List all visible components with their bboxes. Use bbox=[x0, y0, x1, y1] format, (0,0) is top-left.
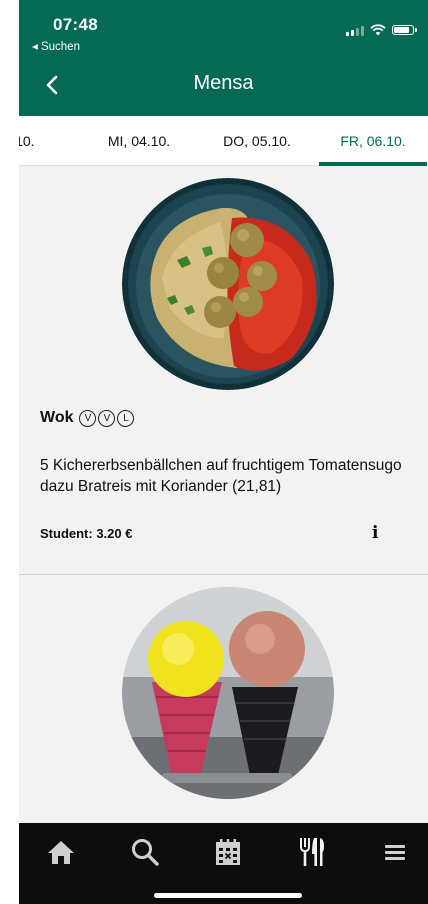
date-tabs: 3.10. MI, 04.10. DO, 05.10. FR, 06.10. bbox=[19, 116, 428, 166]
meal-price: Student: 3.20 € bbox=[40, 526, 133, 541]
meal-description: 5 Kichererbsenbällchen auf fruchtigem To… bbox=[40, 457, 402, 495]
cutlery-icon bbox=[300, 838, 324, 866]
meal-card[interactable] bbox=[19, 575, 428, 825]
back-to-search-link[interactable]: ◂ Suchen bbox=[32, 39, 80, 53]
status-icons bbox=[346, 24, 417, 36]
tab-search[interactable] bbox=[120, 833, 170, 871]
info-button[interactable]: i bbox=[372, 523, 378, 543]
search-icon bbox=[132, 839, 159, 866]
tab-more[interactable] bbox=[370, 833, 420, 871]
page-title: Mensa bbox=[193, 72, 254, 94]
home-indicator[interactable] bbox=[154, 893, 302, 898]
wifi-icon bbox=[370, 24, 386, 36]
tab-day-3[interactable]: FR, 06.10. bbox=[319, 116, 427, 166]
tab-label: MI, 04.10. bbox=[107, 133, 171, 149]
meal-line-label: Wok bbox=[40, 409, 74, 426]
bottom-tab-bar bbox=[19, 823, 428, 904]
tab-menu-plan[interactable] bbox=[287, 833, 337, 871]
vegetarian-mark-icon: V bbox=[98, 409, 116, 427]
battery-level bbox=[394, 27, 409, 33]
lactose-free-mark-icon: L bbox=[117, 409, 135, 427]
calendar-icon bbox=[216, 839, 240, 865]
meal-card[interactable]: Wok V V L 5 Kichererbsenbällchen auf fru… bbox=[19, 166, 428, 575]
app-bar: 07:48 ◂ Suchen Mensa bbox=[19, 0, 428, 116]
battery-icon bbox=[392, 25, 417, 35]
signal-icon bbox=[346, 25, 364, 36]
meal-line-name: Wok V V L bbox=[40, 409, 135, 427]
home-icon bbox=[48, 841, 74, 864]
tab-label: 3.10. bbox=[19, 133, 35, 149]
tab-label: FR, 06.10. bbox=[340, 133, 406, 149]
status-time: 07:48 bbox=[53, 15, 98, 34]
tab-calendar[interactable] bbox=[203, 833, 253, 871]
tab-day-2[interactable]: DO, 05.10. bbox=[203, 116, 311, 166]
tab-day-0[interactable]: 3.10. bbox=[19, 116, 73, 166]
meal-photo bbox=[122, 587, 334, 799]
tab-home[interactable] bbox=[36, 833, 86, 871]
meal-photo bbox=[122, 178, 334, 390]
app-screen: 07:48 ◂ Suchen Mensa 3.10. MI, 04.10. DO bbox=[19, 0, 428, 904]
tab-day-1[interactable]: MI, 04.10. bbox=[85, 116, 193, 166]
tab-label: DO, 05.10. bbox=[223, 133, 291, 149]
diet-marks: V V L bbox=[79, 409, 135, 427]
menu-icon bbox=[385, 845, 405, 860]
vegan-mark-icon: V bbox=[79, 409, 97, 427]
